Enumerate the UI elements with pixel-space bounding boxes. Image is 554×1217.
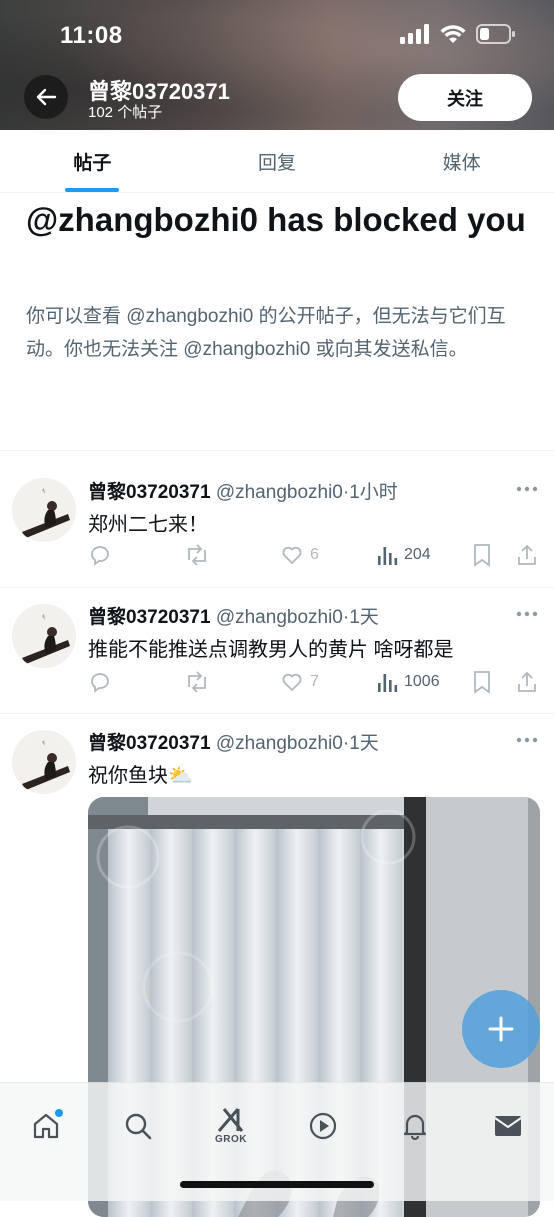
profile-post-count: 102 个帖子 — [88, 104, 163, 121]
battery-icon — [476, 24, 515, 44]
home-indicator — [180, 1181, 374, 1188]
follow-button[interactable]: 关注 — [398, 74, 532, 121]
profile-tabs: 帖子 回复 媒体 — [0, 130, 554, 193]
nav-messages[interactable] — [483, 1101, 533, 1151]
arrow-left-icon — [36, 88, 57, 106]
reply-button[interactable] — [88, 669, 112, 695]
post-author-name[interactable]: 曾黎03720371 — [88, 607, 211, 628]
reply-icon — [91, 673, 109, 693]
share-button[interactable] — [516, 542, 538, 568]
reply-button[interactable] — [88, 542, 112, 568]
bell-icon — [403, 1114, 427, 1141]
profile-header: 11:08 曾黎03720371 102 个帖子 关注 — [0, 0, 554, 130]
bookmark-button[interactable] — [472, 669, 492, 695]
repost-button[interactable] — [184, 669, 210, 695]
post-time: ·1天 — [342, 733, 379, 754]
reply-icon — [91, 546, 109, 566]
repost-icon — [188, 671, 206, 693]
bookmark-icon — [474, 671, 490, 694]
views-button[interactable]: 1006 — [376, 669, 440, 695]
status-time: 11:08 — [60, 22, 123, 49]
more-icon[interactable] — [516, 486, 538, 492]
post-header: 曾黎03720371 @zhangbozhi0·1小时 — [88, 477, 398, 504]
wifi-icon — [440, 25, 466, 43]
section-divider — [0, 450, 554, 451]
like-count: 6 — [310, 546, 319, 563]
post-header: 曾黎03720371 @zhangbozhi0·1天 — [88, 728, 379, 755]
post-item[interactable]: 曾黎03720371 @zhangbozhi0·1小时 郑州二七来！ 6 204 — [0, 462, 554, 587]
bookmark-icon — [474, 544, 490, 567]
views-icon — [378, 674, 398, 692]
mail-icon — [494, 1116, 522, 1136]
nav-search[interactable] — [113, 1101, 163, 1151]
like-count: 7 — [310, 673, 319, 690]
heart-icon — [282, 546, 302, 565]
post-time: ·1小时 — [342, 482, 398, 503]
post-text: 推能不能推送点调教男人的黄片 啥呀都是 — [88, 639, 454, 661]
grok-label: GROK — [215, 1134, 247, 1145]
post-item[interactable]: 曾黎03720371 @zhangbozhi0·1天 推能不能推送点调教男人的黄… — [0, 588, 554, 713]
blocked-title: @zhangbozhi0 has blocked you — [26, 201, 526, 238]
view-count: 1006 — [404, 673, 440, 690]
tab-media[interactable]: 媒体 — [369, 130, 554, 192]
search-icon — [125, 1113, 152, 1140]
nav-notifications[interactable] — [390, 1101, 440, 1151]
views-button[interactable]: 204 — [376, 542, 431, 568]
avatar[interactable] — [12, 604, 76, 668]
views-icon — [378, 547, 398, 565]
play-icon — [309, 1112, 337, 1140]
back-button[interactable] — [24, 75, 68, 119]
view-count: 204 — [404, 546, 431, 563]
post-actions: 7 1006 — [88, 669, 538, 695]
nav-grok[interactable]: GROK — [206, 1101, 256, 1151]
plus-icon — [488, 1016, 514, 1042]
share-button[interactable] — [516, 669, 538, 695]
like-button[interactable]: 6 — [280, 542, 319, 568]
more-icon[interactable] — [516, 611, 538, 617]
status-icons — [400, 24, 516, 44]
post-author-name[interactable]: 曾黎03720371 — [88, 482, 211, 503]
compose-button[interactable] — [462, 990, 540, 1068]
avatar[interactable] — [12, 730, 76, 794]
post-text: 郑州二七来！ — [88, 514, 208, 536]
tab-replies[interactable]: 回复 — [185, 130, 370, 192]
signal-icon — [400, 24, 429, 44]
post-text: 祝你鱼块⛅ — [88, 765, 193, 787]
post-author-handle[interactable]: @zhangbozhi0 — [216, 607, 343, 628]
blocked-description: 你可以查看 @zhangbozhi0 的公开帖子，但无法与它们互动。你也无法关注… — [26, 306, 506, 360]
post-author-handle[interactable]: @zhangbozhi0 — [216, 482, 343, 503]
notification-dot — [55, 1109, 63, 1117]
share-icon — [518, 671, 536, 692]
avatar-image — [12, 730, 76, 794]
tab-posts[interactable]: 帖子 — [0, 130, 185, 192]
more-icon[interactable] — [516, 737, 538, 743]
repost-icon — [188, 544, 206, 566]
grok-icon — [217, 1108, 244, 1132]
heart-icon — [282, 673, 302, 692]
share-icon — [518, 544, 536, 565]
bookmark-button[interactable] — [472, 542, 492, 568]
avatar-image — [12, 478, 76, 542]
like-button[interactable]: 7 — [280, 669, 319, 695]
nav-home[interactable] — [21, 1101, 71, 1151]
post-author-name[interactable]: 曾黎03720371 — [88, 733, 211, 754]
post-header: 曾黎03720371 @zhangbozhi0·1天 — [88, 602, 379, 629]
post-time: ·1天 — [342, 607, 379, 628]
repost-button[interactable] — [184, 542, 210, 568]
post-actions: 6 204 — [88, 542, 538, 568]
nav-video[interactable] — [298, 1101, 348, 1151]
avatar[interactable] — [12, 478, 76, 542]
post-author-handle[interactable]: @zhangbozhi0 — [216, 733, 343, 754]
avatar-image — [12, 604, 76, 668]
